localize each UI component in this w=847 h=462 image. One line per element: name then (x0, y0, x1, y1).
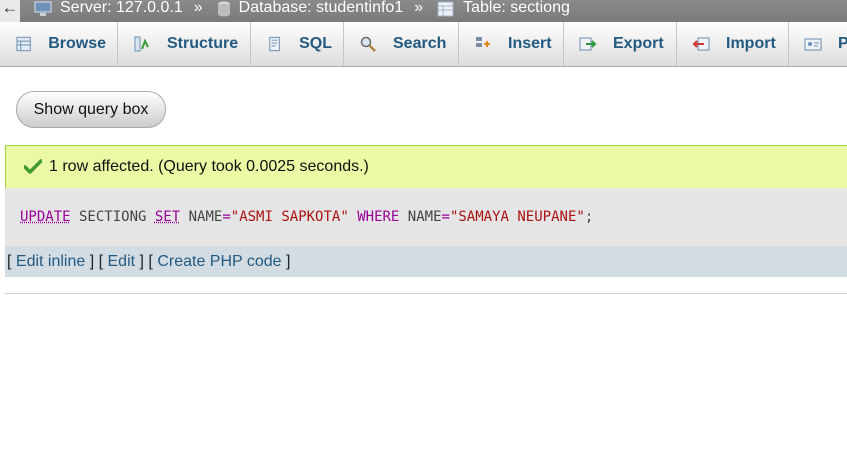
tab-search-label: Search (393, 35, 447, 52)
database-icon (217, 1, 230, 17)
tab-import-label: Import (726, 35, 776, 52)
edit-inline-link[interactable]: Edit inline (16, 253, 85, 271)
browse-icon (16, 36, 31, 52)
breadcrumb-table-label: Table: sectiong (463, 0, 570, 16)
breadcrumb: ← Server: 127.0.0.1 » Database: studenti… (0, 0, 847, 22)
bracket-text: ] [ (85, 252, 108, 270)
tab-browse-label: Browse (48, 35, 106, 52)
show-query-box-button[interactable]: Show query box (16, 91, 166, 128)
sql-terminator: ; (584, 209, 594, 225)
tab-sql[interactable]: SQL (251, 22, 344, 66)
divider (5, 293, 847, 294)
sql-keyword-where: WHERE (348, 209, 400, 225)
sql-query-display: UPDATE SECTIONG SET NAME = "ASMI SAPKOTA" … (5, 188, 847, 246)
privileges-icon (804, 38, 822, 51)
checkmark-icon (24, 159, 42, 174)
structure-icon (134, 36, 149, 52)
tab-sql-label: SQL (299, 35, 332, 52)
query-actions: [ Edit inline ] [ Edit ] [ Create PHP co… (5, 246, 847, 277)
tab-privileges[interactable]: Pr (789, 22, 847, 66)
back-arrow-icon[interactable]: ← (0, 0, 20, 22)
search-icon (360, 36, 376, 52)
sql-icon (269, 36, 280, 52)
success-message-text: 1 row affected. (Query took 0.0025 secon… (49, 158, 369, 175)
sql-string-value: "ASMI SAPKOTA" (230, 209, 349, 225)
tab-browse[interactable]: Browse (0, 22, 118, 66)
tab-export[interactable]: Export (564, 22, 677, 66)
breadcrumb-separator: » (414, 0, 424, 16)
tab-insert-label: Insert (508, 35, 552, 52)
sql-operator: = (441, 209, 450, 225)
sql-operator: = (222, 209, 231, 225)
query-result-panel: 1 row affected. (Query took 0.0025 secon… (5, 145, 847, 277)
tab-privileges-label: Pr (838, 35, 847, 53)
breadcrumb-server[interactable]: Server: 127.0.0.1 (34, 0, 183, 17)
tab-bar: Browse Structure SQL Search Insert Expor… (0, 22, 847, 67)
breadcrumb-database[interactable]: Database: studentinfo1 (217, 0, 404, 17)
sql-keyword-set[interactable]: SET (155, 209, 180, 225)
success-message: 1 row affected. (Query took 0.0025 secon… (5, 145, 847, 188)
bracket-text: [ (7, 252, 16, 270)
breadcrumb-database-label: Database: studentinfo1 (238, 0, 404, 16)
bracket-text: ] (281, 252, 291, 270)
tab-structure[interactable]: Structure (118, 22, 251, 66)
breadcrumb-server-label: Server: 127.0.0.1 (60, 0, 183, 16)
table-icon (437, 1, 454, 17)
server-icon (34, 1, 52, 16)
sql-column: NAME (399, 209, 442, 225)
tab-search[interactable]: Search (344, 22, 459, 66)
breadcrumb-table[interactable]: Table: sectiong (437, 0, 570, 17)
sql-keyword-update[interactable]: UPDATE (20, 209, 71, 225)
tab-insert[interactable]: Insert (459, 22, 564, 66)
edit-link[interactable]: Edit (108, 253, 136, 271)
insert-icon (476, 37, 490, 47)
export-icon (579, 37, 597, 51)
create-php-code-link[interactable]: Create PHP code (157, 253, 281, 271)
sql-string-value: "SAMAYA NEUPANE" (449, 209, 585, 225)
tab-structure-label: Structure (167, 35, 239, 52)
import-icon (692, 37, 710, 51)
breadcrumb-separator: » (193, 0, 203, 16)
sql-table-name: SECTIONG (70, 209, 155, 225)
tab-export-label: Export (613, 35, 664, 52)
tab-import[interactable]: Import (677, 22, 789, 66)
bracket-text: ] [ (135, 252, 158, 270)
sql-column: NAME (180, 209, 223, 225)
